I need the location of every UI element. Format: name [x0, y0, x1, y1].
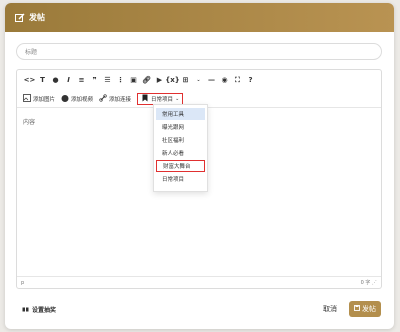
cancel-button[interactable]: 取消 — [323, 304, 337, 314]
footer-actions: 取消 发帖 — [323, 301, 381, 317]
lottery-settings-button[interactable]: 设置抽奖 — [22, 305, 56, 314]
modal-title: 发帖 — [29, 13, 45, 22]
image-add-icon — [23, 93, 31, 104]
chevron-down-icon: ⌄ — [175, 95, 180, 102]
post-modal: 发帖 标题 <> T ● I ≡ ❞ ☰ ⋮ ▣ 🔗︎ ▶ {x} ⊞ ⌄ — … — [5, 3, 394, 329]
quote-icon[interactable]: ❞ — [88, 74, 101, 87]
dropdown-item-label: 新人必看 — [162, 151, 185, 157]
add-link-button[interactable]: 添加连接 — [99, 93, 132, 104]
title-input[interactable]: 标题 — [16, 43, 382, 60]
unordered-list-icon[interactable]: ⋮ — [114, 74, 127, 87]
word-count-value: 0 字 — [360, 280, 371, 286]
fullscreen-icon[interactable]: ⛶ — [231, 74, 244, 87]
bookmark-icon — [141, 94, 149, 104]
add-link-label: 添加连接 — [109, 96, 132, 103]
chevron-down-icon[interactable]: ⌄ — [192, 74, 205, 87]
element-path: p — [21, 279, 25, 286]
text-color-icon[interactable]: T — [36, 74, 49, 87]
code-icon[interactable]: <> — [23, 74, 36, 87]
word-count: 0 字 ⋰ — [360, 280, 377, 286]
save-icon — [354, 305, 360, 313]
title-placeholder: 标题 — [25, 49, 38, 56]
add-video-label: 添加视频 — [71, 96, 94, 103]
formula-icon[interactable]: {x} — [165, 74, 179, 87]
modal-header: 发帖 — [5, 3, 394, 32]
dropdown-item-label: 日常项目 — [162, 177, 185, 183]
video-add-icon — [61, 94, 69, 104]
dropdown-item-label: 曝光跟网 — [162, 125, 185, 131]
dropdown-item[interactable]: 常用工具 — [156, 108, 205, 120]
add-video-button[interactable]: 添加视频 — [61, 94, 93, 104]
category-dropdown-menu: 常用工具 曝光跟网 社区福利 新人必看 财富大舞台 日常项目 — [153, 104, 208, 192]
edit-icon — [15, 13, 25, 23]
help-icon[interactable]: ? — [244, 74, 257, 87]
image-icon[interactable]: ▣ — [127, 74, 140, 87]
dropdown-item[interactable]: 日常项目 — [156, 173, 205, 185]
hr-icon[interactable]: — — [205, 74, 218, 87]
table-icon[interactable]: ⊞ — [179, 74, 192, 87]
dropdown-item-label: 社区福利 — [162, 138, 185, 144]
toolbar-row-1: <> T ● I ≡ ❞ ☰ ⋮ ▣ 🔗︎ ▶ {x} ⊞ ⌄ — ◉ ⛶ ? — [17, 70, 381, 90]
dropdown-item[interactable]: 新人必看 — [156, 147, 205, 159]
add-image-button[interactable]: 添加图片 — [23, 93, 56, 104]
post-button-label: 发帖 — [362, 305, 376, 313]
align-icon[interactable]: ≡ — [75, 74, 88, 87]
dropdown-item[interactable]: 财富大舞台 — [156, 160, 205, 172]
link-icon[interactable]: 🔗︎ — [140, 74, 153, 87]
italic-icon[interactable]: I — [62, 74, 75, 87]
modal-footer: 设置抽奖 取消 发帖 — [5, 294, 394, 324]
drop-icon[interactable]: ● — [49, 74, 62, 87]
lottery-settings-label: 设置抽奖 — [32, 306, 57, 314]
video-icon[interactable]: ▶ — [153, 74, 166, 87]
eye-icon[interactable]: ◉ — [218, 74, 231, 87]
editor-status-bar: p 0 字 ⋰ — [17, 276, 381, 288]
gift-icon — [22, 305, 29, 314]
link-add-icon — [99, 93, 107, 104]
add-image-label: 添加图片 — [33, 96, 56, 103]
dropdown-item[interactable]: 社区福利 — [156, 134, 205, 146]
dropdown-item-label: 财富大舞台 — [163, 164, 191, 170]
daily-project-label: 日常项目 — [151, 96, 174, 103]
daily-project-dropdown[interactable]: 日常项目 ⌄ — [137, 92, 184, 105]
post-button[interactable]: 发帖 — [349, 301, 381, 317]
dropdown-item[interactable]: 曝光跟网 — [156, 121, 205, 133]
ordered-list-icon[interactable]: ☰ — [101, 74, 114, 87]
dropdown-item-label: 常用工具 — [162, 112, 185, 118]
content-placeholder: 内容 — [23, 119, 36, 126]
